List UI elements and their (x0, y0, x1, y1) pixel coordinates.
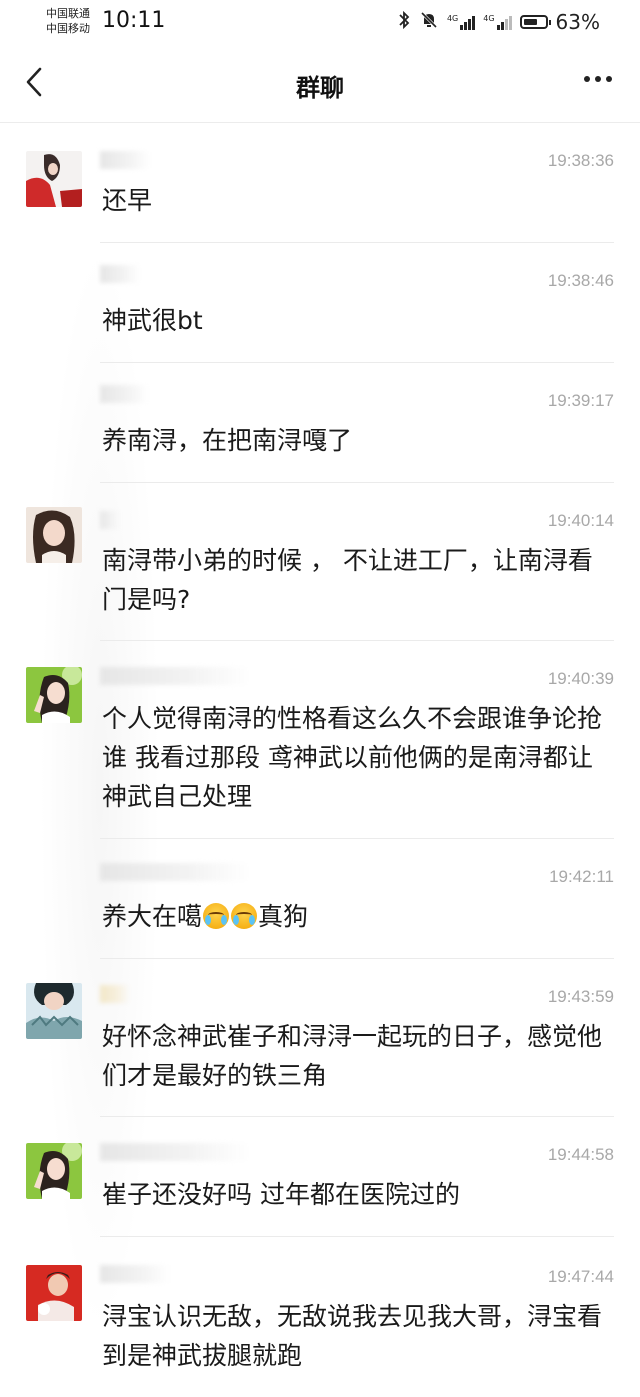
battery-fill (523, 19, 537, 25)
message-time: 19:47:44 (547, 1267, 614, 1286)
nickname-redacted (100, 1265, 170, 1283)
message-text: 好怀念神武崔子和浔浔一起玩的日子，感觉他们才是最好的铁三角 (102, 1022, 603, 1090)
nickname-redacted (100, 863, 250, 881)
nickname-redacted (100, 667, 250, 685)
message-text: 还早 (102, 186, 153, 215)
chat-header: 群聊 (0, 44, 640, 123)
more-button[interactable] (584, 76, 612, 82)
message-text: 养南浔，在把南浔嘎了 (102, 426, 353, 455)
message-item[interactable]: 19:38:36 还早 (0, 123, 640, 243)
avatar[interactable] (26, 983, 82, 1039)
message-text: 崔子还没好吗 过年都在医院过的 (102, 1180, 460, 1209)
status-bar: 中国联通 中国移动 10:11 4G 4G 63% (0, 0, 640, 44)
message-time: 19:38:46 (547, 271, 614, 290)
message-time: 19:40:14 (547, 511, 614, 530)
page-title: 群聊 (296, 74, 344, 102)
message-item[interactable]: 19:40:39 个人觉得南浔的性格看这么久不会跟谁争论抢谁 我看过那段 鸢神武… (0, 641, 640, 839)
nickname-redacted (100, 511, 120, 529)
nickname-redacted (100, 1143, 250, 1161)
clock: 10:11 (102, 8, 166, 33)
avatar[interactable] (26, 151, 82, 207)
nickname-redacted (100, 265, 140, 283)
message-text: 个人觉得南浔的性格看这么久不会跟谁争论抢谁 我看过那段 鸢神武以前他俩的是南浔都… (102, 704, 603, 811)
carrier-1: 中国联通 (46, 7, 90, 20)
message-item[interactable]: 19:42:11 养大在噶 真狗 (0, 839, 640, 959)
bluetooth-icon (397, 10, 411, 34)
message-time: 19:38:36 (547, 151, 614, 170)
network-type-2: 4G (483, 14, 495, 23)
message-text: 南浔带小弟的时候 ， 不让进工厂，让南浔看门是吗? (102, 546, 593, 614)
signal-icon: 4G (483, 14, 512, 30)
more-dots-icon (584, 76, 612, 82)
message-item[interactable]: 19:40:14 南浔带小弟的时候 ， 不让进工厂，让南浔看门是吗? (0, 483, 640, 641)
message-time: 19:40:39 (547, 669, 614, 688)
message-item[interactable]: 19:44:58 崔子还没好吗 过年都在医院过的 (0, 1117, 640, 1237)
message-text: 浔宝认识无敌，无敌说我去见我大哥，浔宝看到是神武拔腿就跑 (102, 1302, 603, 1370)
battery-icon (519, 15, 551, 29)
avatar[interactable] (26, 1143, 82, 1199)
message-time: 19:42:11 (549, 867, 614, 886)
nickname-redacted (100, 151, 150, 169)
message-item[interactable]: 19:43:59 好怀念神武崔子和浔浔一起玩的日子，感觉他们才是最好的铁三角 (0, 959, 640, 1117)
avatar[interactable] (26, 1265, 82, 1321)
carrier-labels: 中国联通 中国移动 (46, 6, 90, 36)
network-type-1: 4G (446, 14, 459, 23)
status-icons: 4G 4G 63% (397, 10, 600, 34)
message-time: 19:43:59 (547, 987, 614, 1006)
message-item[interactable]: 19:39:17 养南浔，在把南浔嘎了 (0, 363, 640, 483)
message-item[interactable]: 19:38:46 神武很bt (0, 243, 640, 363)
battery-percent: 63% (555, 10, 600, 34)
signal-icon: 4G (446, 14, 476, 30)
message-item[interactable]: 19:47:44 浔宝认识无敌，无敌说我去见我大哥，浔宝看到是神武拔腿就跑 (0, 1237, 640, 1397)
avatar[interactable] (26, 667, 82, 723)
message-time: 19:44:58 (547, 1145, 614, 1164)
avatar[interactable] (26, 507, 82, 563)
message-time: 19:39:17 (547, 391, 614, 410)
message-text-part: 真狗 (258, 902, 309, 931)
message-text: 养大在噶 真狗 (102, 897, 602, 936)
nickname-redacted (100, 385, 148, 403)
carrier-2: 中国移动 (46, 22, 90, 35)
nickname-redacted (100, 985, 130, 1003)
mute-icon (419, 10, 439, 34)
message-text: 神武很bt (102, 306, 203, 335)
crying-laughing-emoji-icon (203, 903, 230, 929)
crying-laughing-emoji-icon (231, 903, 258, 929)
message-text-part: 养大在噶 (102, 902, 203, 931)
